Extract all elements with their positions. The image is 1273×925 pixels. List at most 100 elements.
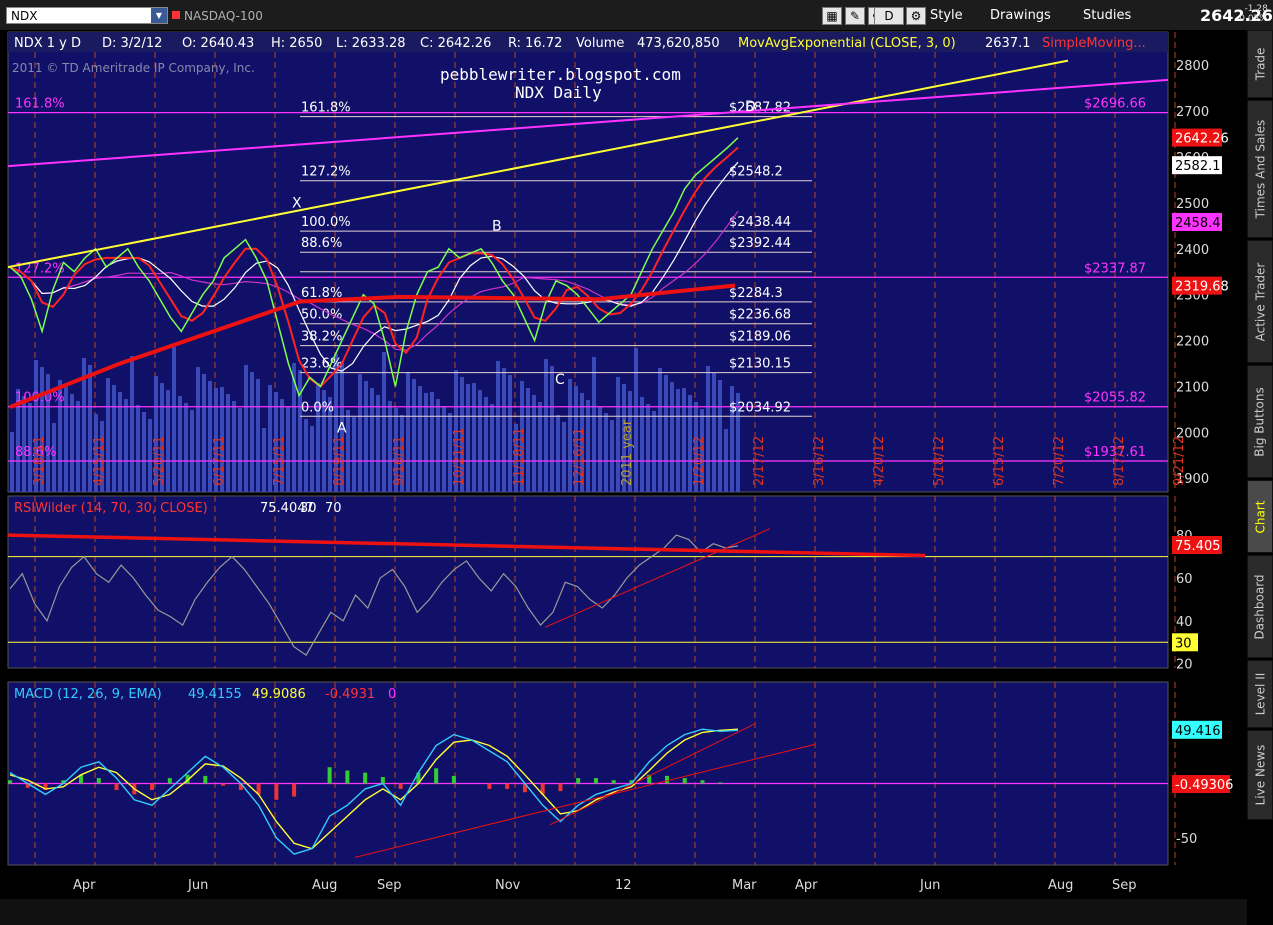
header-range: R: 16.72: [508, 36, 562, 51]
macd-hist-bar: [345, 770, 350, 784]
fib-value: $2438.44: [729, 215, 791, 230]
macd-tag: -0.49306: [1175, 778, 1233, 793]
volume-bar: [136, 405, 140, 492]
macd-zero: 0: [388, 687, 396, 702]
rsi-tick: 40: [1176, 615, 1193, 630]
header-date: D: 3/2/12: [102, 36, 162, 51]
fib-value: $2392.44: [729, 236, 791, 251]
macd-avg: 49.9086: [252, 687, 306, 702]
macd-hist-bar: [221, 783, 226, 786]
volume-bar: [298, 370, 302, 492]
header-volume_label: Volume: [576, 36, 624, 51]
date-label: 1/20/12: [692, 436, 707, 486]
y-tick-label: 2700: [1176, 105, 1209, 120]
macd-hist-bar: [682, 778, 687, 784]
price-change: -1.28 -0.05%: [1236, 4, 1268, 24]
tab-label: Dashboard: [1253, 573, 1268, 640]
volume-bar: [598, 406, 602, 492]
date-label: 12/16/11: [572, 428, 587, 486]
stock-chart[interactable]: 1900200021002200230024002500260027002800…: [0, 30, 1247, 899]
tab-times-and-sales[interactable]: Times And Sales: [1247, 100, 1273, 238]
tab-big-buttons[interactable]: Big Buttons: [1247, 365, 1273, 478]
tab-dashboard[interactable]: Dashboard: [1247, 555, 1273, 658]
volume-bar: [250, 372, 254, 492]
date-label: 9/21/12: [1172, 436, 1187, 486]
volume-bar: [238, 408, 242, 492]
fib-pct: 0.0%: [301, 400, 334, 415]
gear-icon[interactable]: ⚙: [906, 7, 926, 25]
period-button[interactable]: D: [874, 7, 904, 25]
pattern-point-B: B: [492, 218, 502, 234]
x-month-label: Sep: [1112, 878, 1137, 893]
tab-label: Chart: [1253, 500, 1268, 533]
tab-label: Level II: [1253, 672, 1268, 716]
macd-hist-bar: [167, 778, 172, 784]
macd-hist-bar: [274, 783, 279, 800]
y-tick-label: 2400: [1176, 243, 1209, 258]
macd-tag: 49.416: [1175, 724, 1221, 739]
fib-value: $2034.92: [729, 400, 791, 415]
volume-bar: [172, 347, 176, 492]
volume-bar: [646, 404, 650, 492]
date-label: 2011 year: [620, 419, 635, 486]
volume-bar: [712, 373, 716, 492]
macd-hist-bar: [451, 775, 456, 784]
volume-bar: [112, 385, 116, 492]
tab-live-news[interactable]: Live News: [1247, 730, 1273, 820]
macd-hist-bar: [487, 783, 492, 789]
drawing-tool-icon[interactable]: ✎: [845, 7, 865, 25]
chart-scrollbar[interactable]: [0, 899, 1247, 925]
macd-hist-bar: [203, 775, 208, 784]
symbol-dropdown-icon[interactable]: ▼: [151, 8, 167, 23]
volume-bar: [190, 410, 194, 492]
change-pct: -0.05%: [1236, 14, 1268, 24]
date-label: 2/17/12: [752, 436, 767, 486]
macd-hist-bar: [664, 775, 669, 784]
header-sma_label: SimpleMoving...: [1042, 36, 1146, 51]
volume-bar: [682, 388, 686, 492]
date-label: 6/15/12: [992, 436, 1007, 486]
volume-bar: [376, 395, 380, 492]
x-month-label: 12: [615, 878, 632, 893]
volume-bar: [436, 399, 440, 492]
volume-bar: [538, 402, 542, 492]
studies-menu[interactable]: Studies: [1083, 8, 1131, 23]
volume-bar: [184, 403, 188, 492]
date-label: 6/17/11: [212, 436, 227, 486]
date-label: 4/20/12: [872, 436, 887, 486]
header-close: C: 2642.26: [420, 36, 491, 51]
tab-level-ii[interactable]: Level II: [1247, 660, 1273, 728]
header-ema_value: 2637.1: [985, 36, 1031, 51]
volume-bar: [310, 426, 314, 492]
tab-active-trader[interactable]: Active Trader: [1247, 240, 1273, 363]
zoom-icon[interactable]: ▦: [822, 7, 842, 25]
magenta-value: $2337.87: [1084, 261, 1146, 276]
tab-chart[interactable]: Chart: [1247, 480, 1273, 553]
volume-bar: [412, 379, 416, 492]
volume-bar: [244, 365, 248, 492]
volume-bar: [202, 374, 206, 492]
fib-value: $2189.06: [729, 330, 791, 345]
pattern-point-X: X: [292, 195, 302, 211]
volume-bar: [64, 387, 68, 492]
x-month-label: Nov: [495, 878, 521, 893]
tab-trade[interactable]: Trade: [1247, 30, 1273, 98]
macd-value: 49.4155: [188, 687, 242, 702]
volume-bar: [550, 366, 554, 492]
header-low: L: 2633.28: [336, 36, 406, 51]
macd-tick: -50: [1176, 832, 1197, 847]
date-label: 4/15/11: [92, 436, 107, 486]
symbol-input[interactable]: NDX ▼: [6, 7, 168, 24]
drawings-menu[interactable]: Drawings: [990, 8, 1051, 23]
style-menu[interactable]: Style: [930, 8, 963, 23]
volume-bar: [556, 415, 560, 492]
symbol-description: NASDAQ-100: [184, 9, 263, 23]
alert-flag-icon[interactable]: [172, 11, 180, 19]
date-label: 8/19/11: [332, 436, 347, 486]
rsi-tick: 60: [1176, 572, 1193, 587]
x-month-label: Sep: [377, 878, 402, 893]
volume-bar: [496, 361, 500, 492]
volume-bar: [124, 399, 128, 492]
price-tag: 2582.1: [1175, 159, 1221, 174]
x-month-label: Apr: [73, 878, 96, 893]
